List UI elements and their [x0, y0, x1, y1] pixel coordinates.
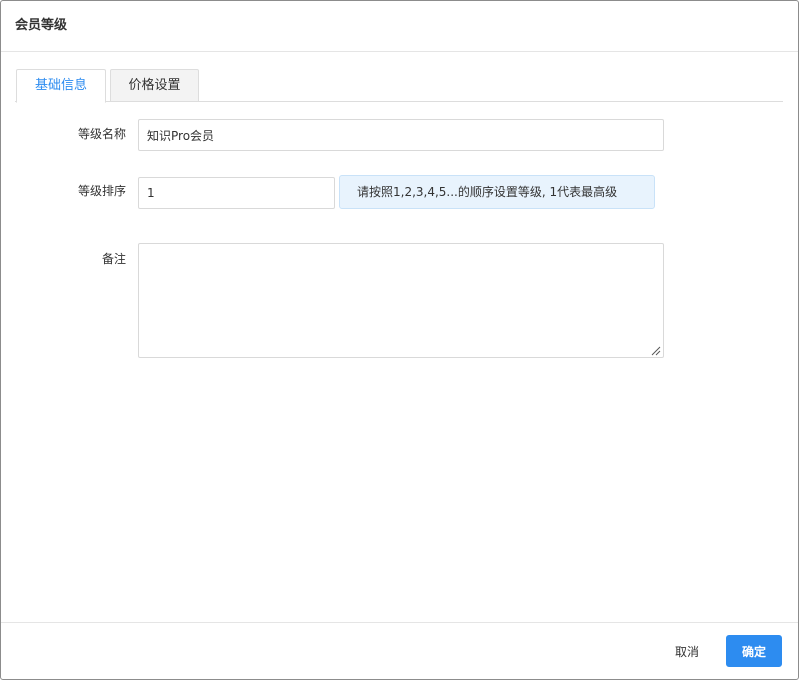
member-level-dialog: 会员等级 基础信息 价格设置 等级名称 等级排序 请按照1,2,3,4,5...…	[0, 0, 799, 680]
dialog-header: 会员等级	[1, 1, 798, 52]
remark-textarea[interactable]	[138, 243, 664, 358]
cancel-button[interactable]: 取消	[664, 635, 710, 667]
tab-bar: 基础信息 价格设置	[15, 68, 783, 103]
remark-label: 备注	[101, 252, 126, 266]
level-sort-hint: 请按照1,2,3,4,5...的顺序设置等级, 1代表最高级	[339, 175, 655, 209]
resize-handle-icon[interactable]	[651, 346, 661, 356]
tab-price-settings[interactable]: 价格设置	[110, 69, 199, 102]
tab-basic-info[interactable]: 基础信息	[16, 69, 106, 103]
level-name-label: 等级名称	[77, 127, 126, 141]
dialog-title: 会员等级	[15, 18, 68, 33]
level-name-input[interactable]	[138, 119, 664, 151]
level-sort-label: 等级排序	[77, 184, 126, 198]
level-sort-input[interactable]	[138, 177, 335, 209]
confirm-button[interactable]: 确定	[726, 635, 782, 667]
